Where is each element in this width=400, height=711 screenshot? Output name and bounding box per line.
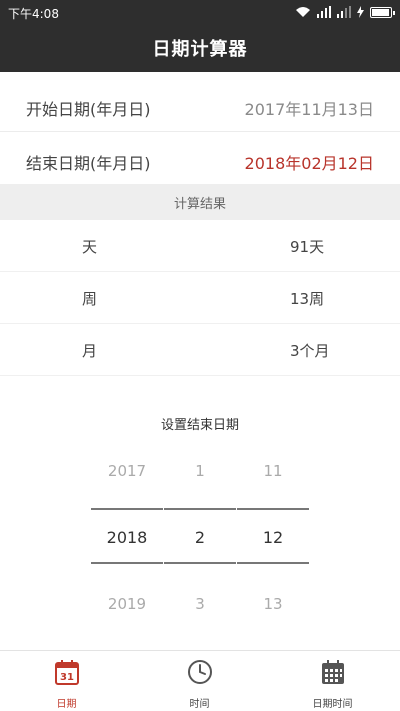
start-date-label: 开始日期(年月日) (26, 100, 151, 119)
year-next[interactable]: 2019 (91, 595, 163, 613)
start-date-value[interactable]: 2017年11月13日 (245, 96, 374, 120)
tab-datetime[interactable]: 日期时间 (266, 651, 399, 711)
result-unit: 周 (82, 290, 98, 308)
tab-datetime-label: 日期时间 (312, 699, 353, 710)
tab-date-label: 日期 (56, 699, 77, 710)
tab-date[interactable]: 31 日期 (0, 651, 133, 711)
status-bar: 下午4:08 (0, 0, 400, 24)
year-prev[interactable]: 2017 (91, 462, 163, 480)
end-date-label: 结束日期(年月日) (26, 154, 151, 173)
result-value: 91天 (290, 238, 325, 256)
wifi-icon (296, 7, 310, 17)
charging-icon (357, 6, 364, 18)
bottom-nav: 31 日期 时间 日期时间 (0, 650, 400, 711)
result-row-months: 月 3个月 (0, 324, 400, 376)
calendar-icon-day: 31 (60, 672, 74, 683)
picker-divider (164, 562, 236, 564)
status-time: 下午4:08 (8, 7, 59, 21)
result-value: 3个月 (290, 342, 330, 360)
clock-icon (188, 660, 212, 684)
picker-divider (237, 508, 309, 510)
picker-divider (164, 508, 236, 510)
battery-icon (370, 6, 395, 18)
day-wheel[interactable]: 11 12 13 (237, 450, 309, 640)
page-title: 日期计算器 (152, 39, 248, 60)
signal-icon-2 (337, 6, 351, 18)
result-value: 13周 (290, 290, 325, 308)
result-row-weeks: 周 13周 (0, 272, 400, 324)
tab-time[interactable]: 时间 (133, 651, 266, 711)
signal-icon (317, 6, 331, 18)
status-icons (295, 4, 395, 20)
result-unit: 月 (82, 342, 98, 360)
results-header: 计算结果 (0, 184, 400, 220)
picker-divider (91, 508, 163, 510)
results-header-label: 计算结果 (173, 196, 226, 212)
day-prev[interactable]: 11 (237, 462, 309, 480)
end-date-value[interactable]: 2018年02月12日 (245, 150, 374, 174)
calendar-icon: 31 (55, 660, 79, 685)
title-bar: 日期计算器 (0, 24, 400, 72)
result-unit: 天 (82, 238, 98, 256)
day-next[interactable]: 13 (237, 595, 309, 613)
tab-time-label: 时间 (189, 699, 210, 710)
result-row-days: 天 91天 (0, 220, 400, 272)
picker-divider (91, 562, 163, 564)
month-wheel[interactable]: 1 2 3 (164, 450, 236, 640)
end-date-picker[interactable]: 设置结束日期 2017 2018 2019 1 2 3 11 12 13 (0, 398, 400, 650)
picker-title: 设置结束日期 (160, 418, 239, 433)
month-next[interactable]: 3 (164, 595, 236, 613)
start-date-row[interactable]: 开始日期(年月日) 2017年11月13日 (0, 78, 400, 132)
picker-divider (237, 562, 309, 564)
month-prev[interactable]: 1 (164, 462, 236, 480)
month-selected[interactable]: 2 (164, 528, 236, 547)
end-date-row[interactable]: 结束日期(年月日) 2018年02月12日 (0, 132, 400, 186)
day-selected[interactable]: 12 (237, 528, 309, 547)
calendar-grid-icon (322, 660, 344, 684)
year-selected[interactable]: 2018 (91, 528, 163, 547)
year-wheel[interactable]: 2017 2018 2019 (91, 450, 163, 640)
